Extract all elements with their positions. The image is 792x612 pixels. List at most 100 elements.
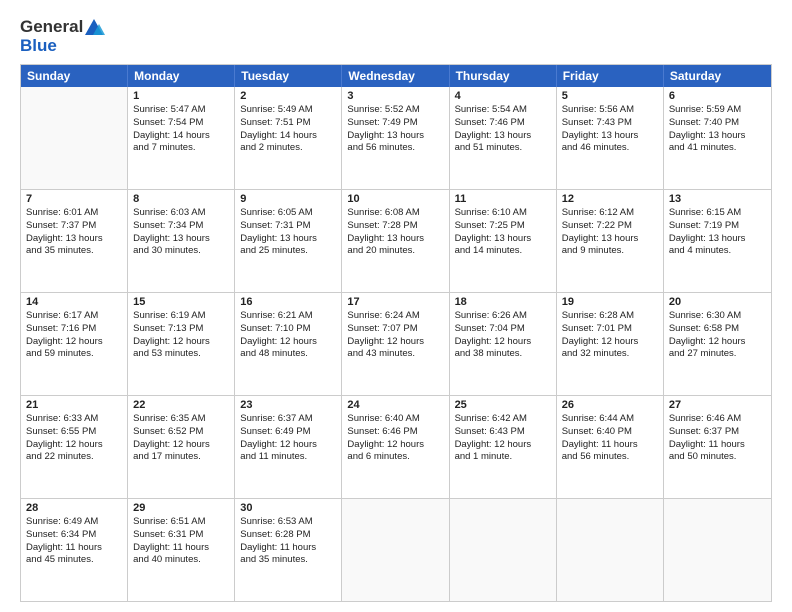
day-number: 29 [133,502,229,514]
cell-info-line: Daylight: 13 hours [133,233,229,246]
day-number: 3 [347,90,443,102]
cell-info-line: Sunrise: 6:53 AM [240,516,336,529]
cell-info-line: and 45 minutes. [26,554,122,567]
cell-info-line: Sunset: 7:31 PM [240,220,336,233]
cell-info-line: Sunset: 7:28 PM [347,220,443,233]
calendar-cell-18: 18Sunrise: 6:26 AMSunset: 7:04 PMDayligh… [450,293,557,395]
day-number: 24 [347,399,443,411]
cell-info-line: Sunrise: 6:44 AM [562,413,658,426]
cell-info-line: and 35 minutes. [240,554,336,567]
cell-info-line: Sunset: 6:34 PM [26,529,122,542]
day-number: 6 [669,90,766,102]
cell-info-line: and 4 minutes. [669,245,766,258]
calendar-cell-16: 16Sunrise: 6:21 AMSunset: 7:10 PMDayligh… [235,293,342,395]
calendar-cell-1: 1Sunrise: 5:47 AMSunset: 7:54 PMDaylight… [128,87,235,189]
cell-info-line: Sunset: 6:55 PM [26,426,122,439]
cell-info-line: Sunrise: 5:59 AM [669,104,766,117]
logo-blue-text: Blue [20,36,57,56]
cell-info-line: Daylight: 14 hours [133,130,229,143]
cell-info-line: Sunset: 6:37 PM [669,426,766,439]
cell-info-line: Sunrise: 6:35 AM [133,413,229,426]
cell-info-line: Sunset: 6:52 PM [133,426,229,439]
cell-info-line: and 22 minutes. [26,451,122,464]
cell-info-line: Sunrise: 6:17 AM [26,310,122,323]
cell-info-line: and 20 minutes. [347,245,443,258]
cell-info-line: Daylight: 11 hours [26,542,122,555]
calendar-row-1: 7Sunrise: 6:01 AMSunset: 7:37 PMDaylight… [21,190,771,293]
cell-info-line: Sunrise: 6:01 AM [26,207,122,220]
calendar-cell-6: 6Sunrise: 5:59 AMSunset: 7:40 PMDaylight… [664,87,771,189]
day-number: 5 [562,90,658,102]
day-number: 16 [240,296,336,308]
logo-general-text: General [20,17,83,37]
calendar-cell-8: 8Sunrise: 6:03 AMSunset: 7:34 PMDaylight… [128,190,235,292]
cell-info-line: Sunset: 7:22 PM [562,220,658,233]
cell-info-line: Daylight: 12 hours [455,439,551,452]
header-day-monday: Monday [128,65,235,87]
cell-info-line: Daylight: 14 hours [240,130,336,143]
cell-info-line: Sunset: 7:46 PM [455,117,551,130]
cell-info-line: and 11 minutes. [240,451,336,464]
cell-info-line: Daylight: 12 hours [455,336,551,349]
day-number: 10 [347,193,443,205]
cell-info-line: Daylight: 12 hours [133,336,229,349]
cell-info-line: and 50 minutes. [669,451,766,464]
cell-info-line: Sunrise: 6:19 AM [133,310,229,323]
calendar-cell-29: 29Sunrise: 6:51 AMSunset: 6:31 PMDayligh… [128,499,235,601]
calendar-cell-13: 13Sunrise: 6:15 AMSunset: 7:19 PMDayligh… [664,190,771,292]
cell-info-line: Daylight: 13 hours [455,233,551,246]
day-number: 28 [26,502,122,514]
cell-info-line: Sunset: 7:16 PM [26,323,122,336]
day-number: 4 [455,90,551,102]
day-number: 25 [455,399,551,411]
cell-info-line: Daylight: 12 hours [347,336,443,349]
day-number: 21 [26,399,122,411]
cell-info-line: and 2 minutes. [240,142,336,155]
cell-info-line: Daylight: 13 hours [26,233,122,246]
calendar-cell-14: 14Sunrise: 6:17 AMSunset: 7:16 PMDayligh… [21,293,128,395]
calendar-cell-11: 11Sunrise: 6:10 AMSunset: 7:25 PMDayligh… [450,190,557,292]
cell-info-line: and 56 minutes. [562,451,658,464]
calendar-cell-empty-4-6 [664,499,771,601]
cell-info-line: and 38 minutes. [455,348,551,361]
cell-info-line: Sunset: 6:28 PM [240,529,336,542]
calendar-cell-empty-4-5 [557,499,664,601]
cell-info-line: Sunrise: 6:10 AM [455,207,551,220]
cell-info-line: Sunrise: 6:24 AM [347,310,443,323]
calendar-cell-19: 19Sunrise: 6:28 AMSunset: 7:01 PMDayligh… [557,293,664,395]
cell-info-line: Sunrise: 6:42 AM [455,413,551,426]
cell-info-line: Sunrise: 6:33 AM [26,413,122,426]
calendar-cell-24: 24Sunrise: 6:40 AMSunset: 6:46 PMDayligh… [342,396,449,498]
cell-info-line: Sunrise: 6:03 AM [133,207,229,220]
calendar-cell-empty-0-0 [21,87,128,189]
cell-info-line: Daylight: 11 hours [240,542,336,555]
cell-info-line: Sunset: 6:31 PM [133,529,229,542]
cell-info-line: Daylight: 12 hours [133,439,229,452]
calendar-cell-3: 3Sunrise: 5:52 AMSunset: 7:49 PMDaylight… [342,87,449,189]
cell-info-line: Sunset: 7:25 PM [455,220,551,233]
cell-info-line: Sunset: 7:04 PM [455,323,551,336]
cell-info-line: Daylight: 12 hours [240,336,336,349]
header-day-saturday: Saturday [664,65,771,87]
calendar-cell-27: 27Sunrise: 6:46 AMSunset: 6:37 PMDayligh… [664,396,771,498]
calendar-cell-25: 25Sunrise: 6:42 AMSunset: 6:43 PMDayligh… [450,396,557,498]
cell-info-line: Sunrise: 6:15 AM [669,207,766,220]
calendar-cell-15: 15Sunrise: 6:19 AMSunset: 7:13 PMDayligh… [128,293,235,395]
day-number: 20 [669,296,766,308]
cell-info-line: Sunrise: 6:05 AM [240,207,336,220]
cell-info-line: and 56 minutes. [347,142,443,155]
cell-info-line: and 1 minute. [455,451,551,464]
cell-info-line: and 51 minutes. [455,142,551,155]
cell-info-line: Daylight: 13 hours [562,130,658,143]
cell-info-line: Sunset: 6:58 PM [669,323,766,336]
cell-info-line: Sunset: 7:34 PM [133,220,229,233]
day-number: 19 [562,296,658,308]
cell-info-line: Sunset: 7:51 PM [240,117,336,130]
cell-info-line: and 17 minutes. [133,451,229,464]
logo-icon [83,16,105,38]
day-number: 22 [133,399,229,411]
cell-info-line: Sunrise: 5:56 AM [562,104,658,117]
cell-info-line: Daylight: 13 hours [562,233,658,246]
header-day-sunday: Sunday [21,65,128,87]
cell-info-line: Sunrise: 6:12 AM [562,207,658,220]
